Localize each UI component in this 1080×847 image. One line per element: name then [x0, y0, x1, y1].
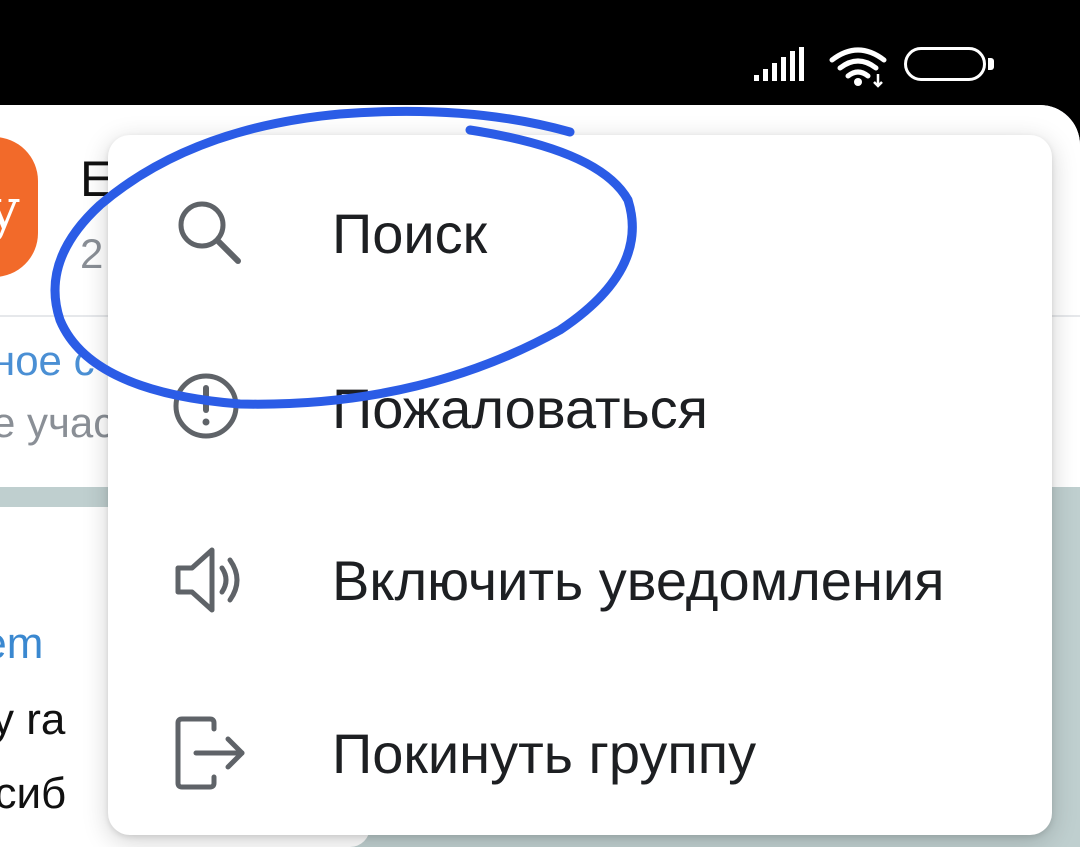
pinned-title: ное с: [0, 337, 95, 384]
avatar-letter: y: [0, 177, 20, 242]
menu-item-label: Поиск: [332, 202, 488, 265]
status-bar: 43: [0, 0, 1080, 110]
wifi-icon: [829, 47, 887, 88]
chat-subtitle: 2: [80, 230, 104, 277]
avatar[interactable]: y: [0, 137, 38, 277]
menu-item-search[interactable]: Поиск: [108, 143, 1052, 318]
overflow-menu: Поиск Пожаловаться Включить уведомления …: [108, 135, 1052, 835]
speaker-icon: [175, 547, 240, 613]
menu-item-leave-group[interactable]: Покинуть группу: [108, 663, 1052, 838]
menu-item-label: Включить уведомления: [332, 549, 945, 612]
leave-icon: [175, 716, 245, 790]
menu-item-notifications[interactable]: Включить уведомления: [108, 490, 1052, 665]
signal-icon: [754, 47, 804, 81]
message-link[interactable]: tem: [0, 619, 43, 669]
message-text-line: sy ra: [0, 695, 66, 744]
message-text-line: асиб: [0, 769, 67, 818]
pinned-text: е учас: [0, 399, 115, 446]
battery-icon: 43: [904, 47, 996, 85]
menu-item-report[interactable]: Пожаловаться: [108, 318, 1052, 493]
search-icon: [178, 201, 241, 264]
battery-level: 43: [930, 49, 960, 79]
menu-item-label: Покинуть группу: [332, 722, 757, 785]
report-icon: [173, 373, 239, 439]
menu-item-label: Пожаловаться: [332, 377, 709, 440]
